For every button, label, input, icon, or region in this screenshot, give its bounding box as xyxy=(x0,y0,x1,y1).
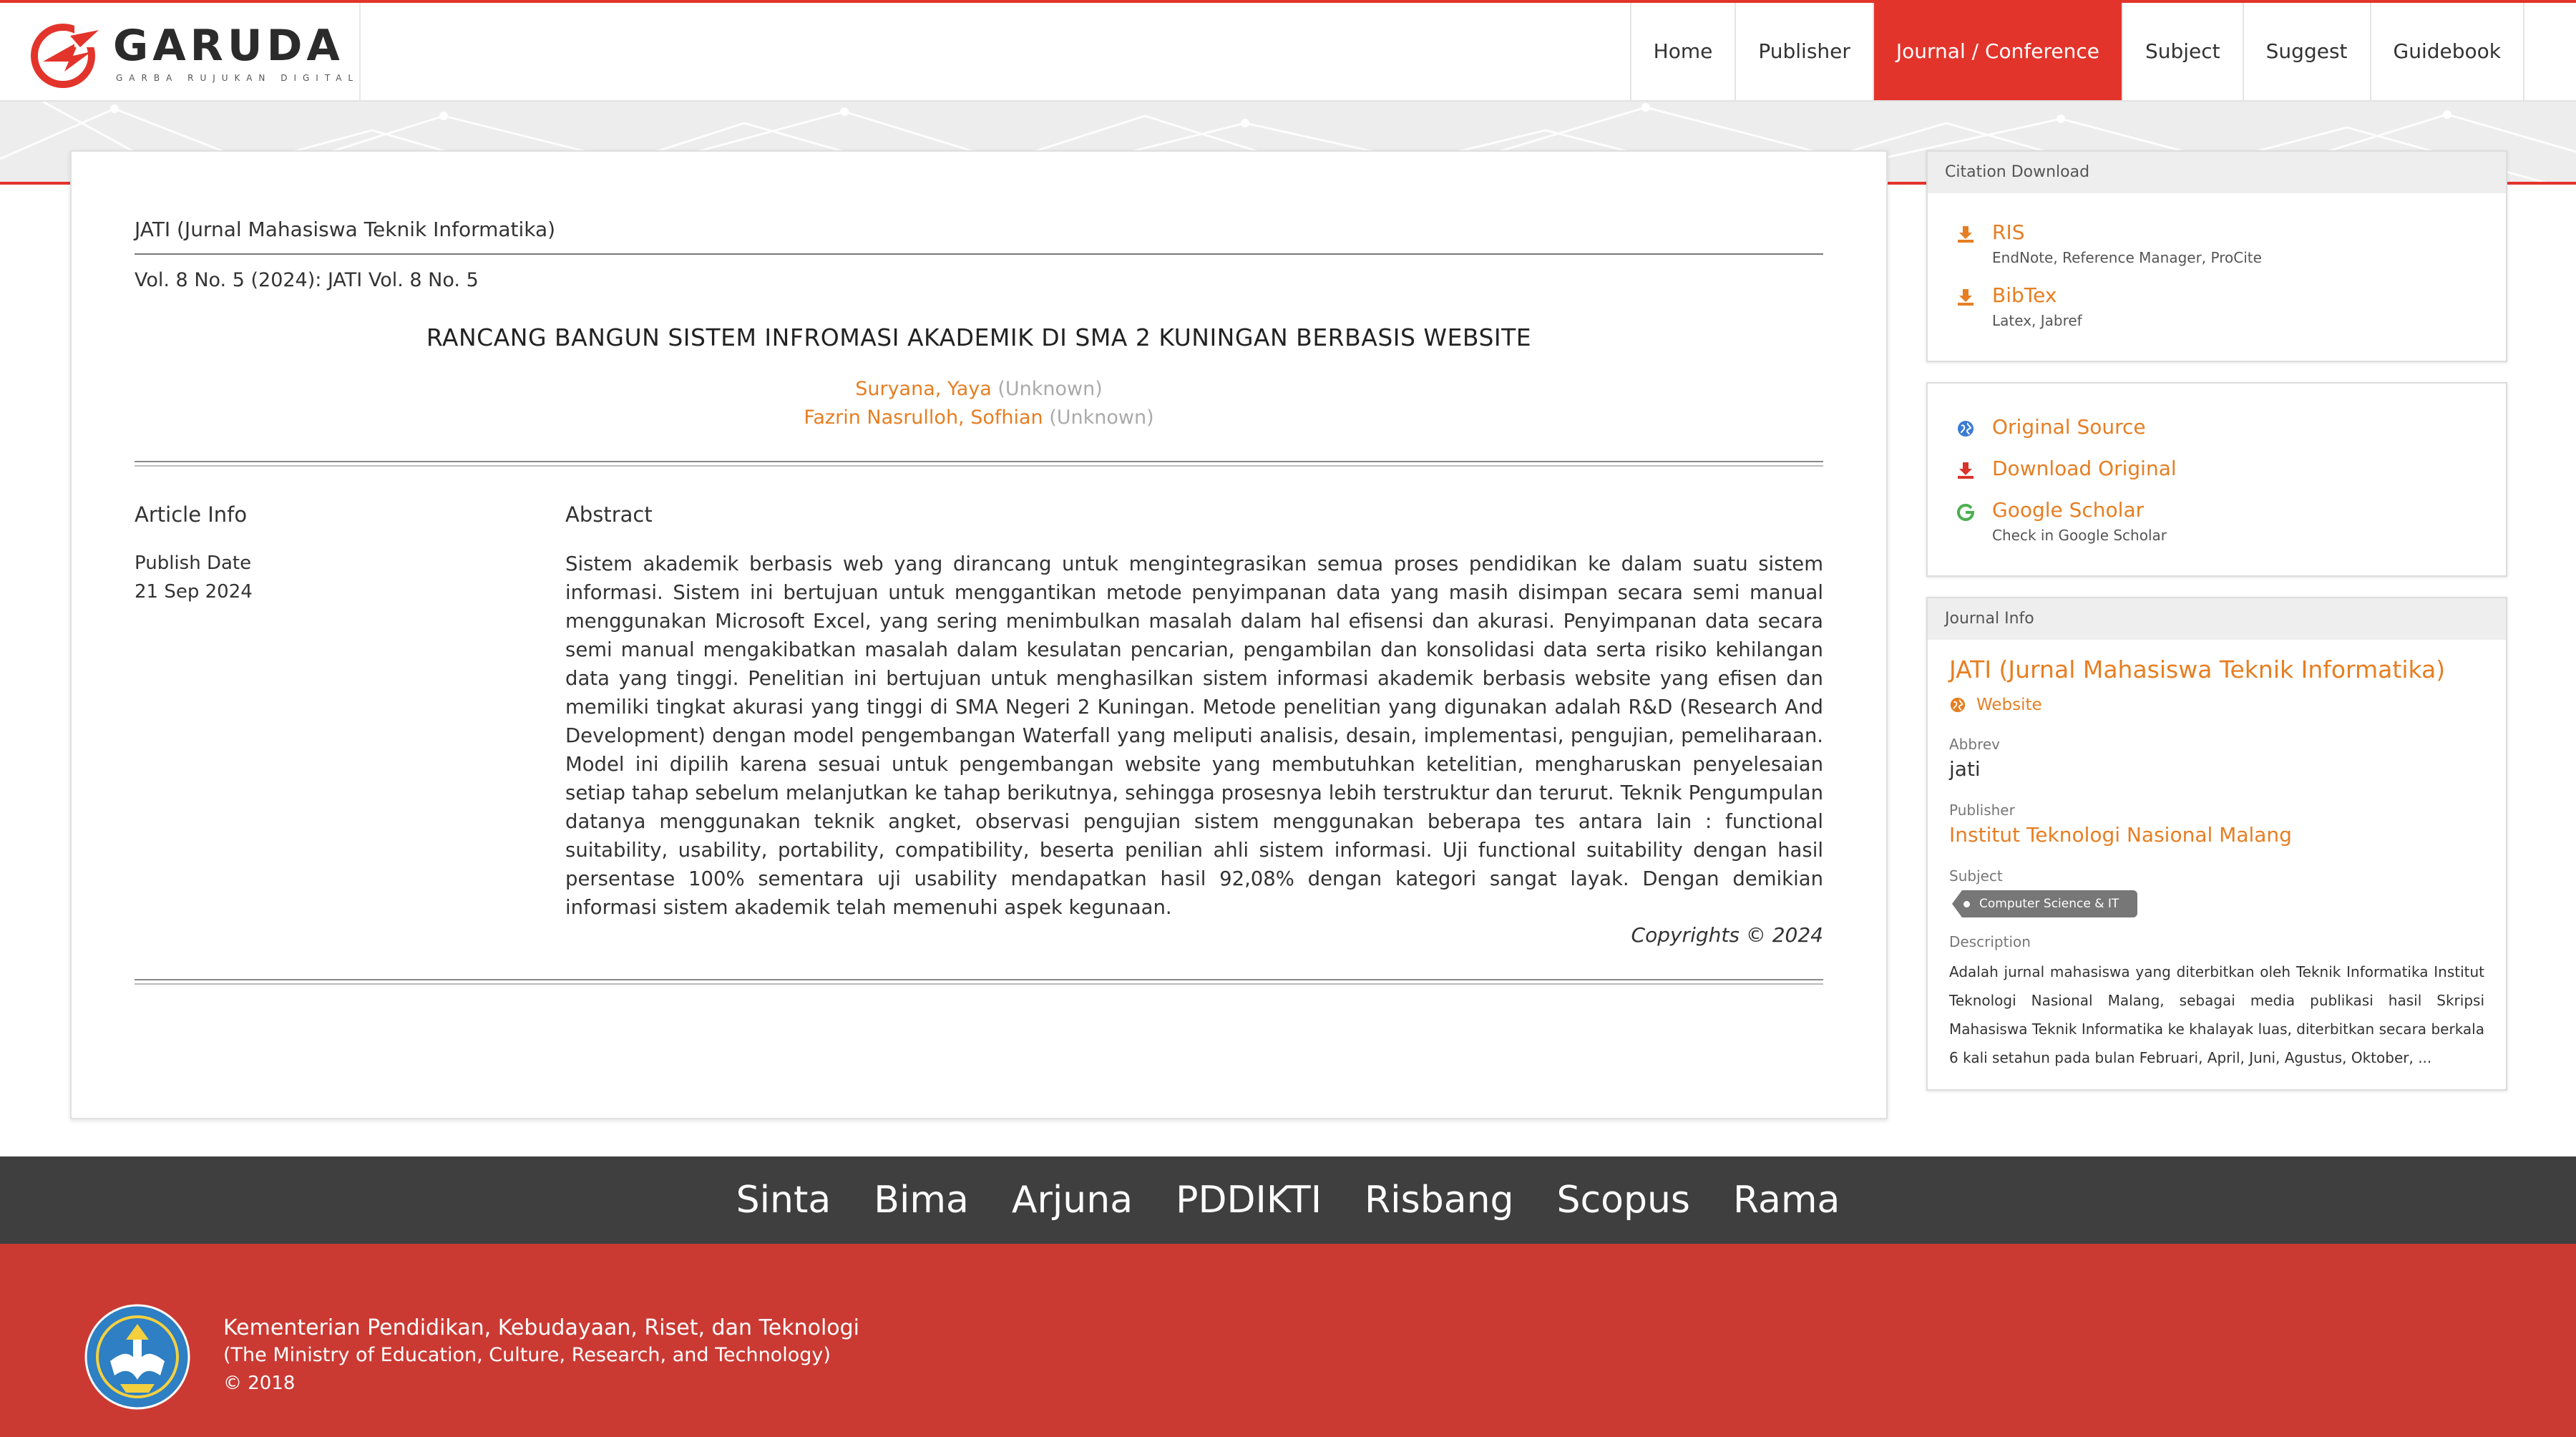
google-icon xyxy=(1957,504,1975,521)
ministry-name: Kementerian Pendidikan, Kebudayaan, Rise… xyxy=(223,1315,860,1340)
partner-links: Sinta Bima Arjuna PDDIKTI Risbang Scopus… xyxy=(0,1156,2576,1244)
author-affiliation: (Unknown) xyxy=(997,378,1103,400)
journal-info-title[interactable]: JATI (Jurnal Mahasiswa Teknik Informatik… xyxy=(1949,656,2445,683)
partner-links-bar: Sinta Bima Arjuna PDDIKTI Risbang Scopus… xyxy=(0,1156,2576,1244)
original-source-label[interactable]: Original Source xyxy=(1992,415,2146,439)
link-risbang[interactable]: Risbang xyxy=(1365,1179,1514,1222)
publish-date: 21 Sep 2024 xyxy=(135,581,253,603)
subject-label: Subject xyxy=(1949,867,2003,885)
download-original-label[interactable]: Download Original xyxy=(1992,457,2177,480)
description-label: Description xyxy=(1949,933,2031,950)
source-panel: Original Source Download Original Google… xyxy=(1926,382,2507,577)
globe-icon xyxy=(1958,421,1974,437)
citation-heading: Citation Download xyxy=(1928,152,2506,193)
double-divider xyxy=(135,979,1823,985)
publish-date-label: Publish Date xyxy=(135,552,252,574)
nav-publisher[interactable]: Publisher xyxy=(1736,3,1874,100)
globe-icon xyxy=(1950,697,1966,713)
bibtex-label[interactable]: BibTex xyxy=(1992,283,2057,307)
nav-journal-conference[interactable]: Journal / Conference xyxy=(1873,3,2123,100)
download-icon xyxy=(1958,462,1974,479)
garuda-logo-icon xyxy=(31,20,100,88)
journal-name[interactable]: JATI (Jurnal Mahasiswa Teknik Informatik… xyxy=(135,218,555,241)
ministry-name-en: (The Ministry of Education, Culture, Res… xyxy=(223,1344,831,1366)
website-link[interactable]: Website xyxy=(1949,696,2042,714)
author-item: Suryana, Yaya (Unknown) xyxy=(135,375,1823,404)
author-name[interactable]: Suryana, Yaya xyxy=(855,378,992,400)
brand[interactable]: GARUDA GARBA RUJUKAN DIGITAL xyxy=(29,14,358,89)
author-affiliation: (Unknown) xyxy=(1049,406,1154,429)
brand-tagline: GARBA RUJUKAN DIGITAL xyxy=(116,73,360,83)
abbrev-label: Abbrev xyxy=(1949,736,2000,753)
bibtex-sub: Latex, Jabref xyxy=(1992,312,2082,329)
tut-wuri-handayani-emblem xyxy=(84,1304,190,1410)
author-item: Fazrin Nasrulloh, Sofhian (Unknown) xyxy=(135,404,1823,432)
article-title: RANCANG BANGUN SISTEM INFROMASI AKADEMIK… xyxy=(426,323,1532,351)
link-scopus[interactable]: Scopus xyxy=(1557,1179,1690,1222)
main-nav: Home Publisher Journal / Conference Subj… xyxy=(1629,3,2524,100)
abstract-text: Sistem akademik berbasis web yang diranc… xyxy=(565,552,1823,919)
website-label[interactable]: Website xyxy=(1976,696,2042,714)
abbrev-value: jati xyxy=(1949,757,1981,781)
article-card: JATI (Jurnal Mahasiswa Teknik Informatik… xyxy=(70,150,1888,1119)
brand-name: GARUDA xyxy=(113,21,344,71)
footer: Kementerian Pendidikan, Kebudayaan, Rise… xyxy=(0,1244,2576,1437)
divider xyxy=(135,253,1823,255)
subject-tag[interactable]: Computer Science & IT xyxy=(1952,890,2138,917)
link-bima[interactable]: Bima xyxy=(874,1179,969,1222)
nav-guidebook[interactable]: Guidebook xyxy=(2371,3,2524,100)
journal-info-panel: Journal Info JATI (Jurnal Mahasiswa Tekn… xyxy=(1926,597,2507,1091)
google-scholar-label[interactable]: Google Scholar xyxy=(1992,498,2144,522)
copyright: Copyrights © 2024 xyxy=(1631,923,1823,947)
journal-description: Adalah jurnal mahasiswa yang diterbitkan… xyxy=(1949,963,2484,1066)
author-list: Suryana, Yaya (Unknown) Fazrin Nasrulloh… xyxy=(135,375,1823,432)
abstract-heading: Abstract xyxy=(565,502,653,527)
link-rama[interactable]: Rama xyxy=(1733,1179,1840,1222)
navbar: GARUDA GARBA RUJUKAN DIGITAL Home Publis… xyxy=(0,3,2576,102)
brand-divider xyxy=(359,3,361,100)
ris-label[interactable]: RIS xyxy=(1992,220,2025,244)
citation-panel: Citation Download RIS EndNote, Reference… xyxy=(1926,150,2507,362)
volume-info[interactable]: Vol. 8 No. 5 (2024): JATI Vol. 8 No. 5 xyxy=(135,269,479,291)
download-icon xyxy=(1958,226,1974,243)
nav-suggest[interactable]: Suggest xyxy=(2244,3,2371,100)
journal-info-heading: Journal Info xyxy=(1928,598,2506,640)
footer-copyright: © 2018 xyxy=(223,1373,296,1394)
nav-subject[interactable]: Subject xyxy=(2123,3,2244,100)
link-arjuna[interactable]: Arjuna xyxy=(1012,1179,1133,1222)
author-name[interactable]: Fazrin Nasrulloh, Sofhian xyxy=(804,406,1043,429)
double-divider xyxy=(135,461,1823,467)
publisher-link[interactable]: Institut Teknologi Nasional Malang xyxy=(1949,823,2292,847)
google-scholar-sub: Check in Google Scholar xyxy=(1992,527,2167,544)
ris-sub: EndNote, Reference Manager, ProCite xyxy=(1992,249,2262,266)
nav-home[interactable]: Home xyxy=(1631,3,1737,100)
download-icon xyxy=(1958,289,1974,306)
article-info-heading: Article Info xyxy=(135,502,248,527)
publisher-label: Publisher xyxy=(1949,802,2015,819)
link-sinta[interactable]: Sinta xyxy=(736,1179,831,1222)
link-pddikti[interactable]: PDDIKTI xyxy=(1176,1179,1322,1222)
